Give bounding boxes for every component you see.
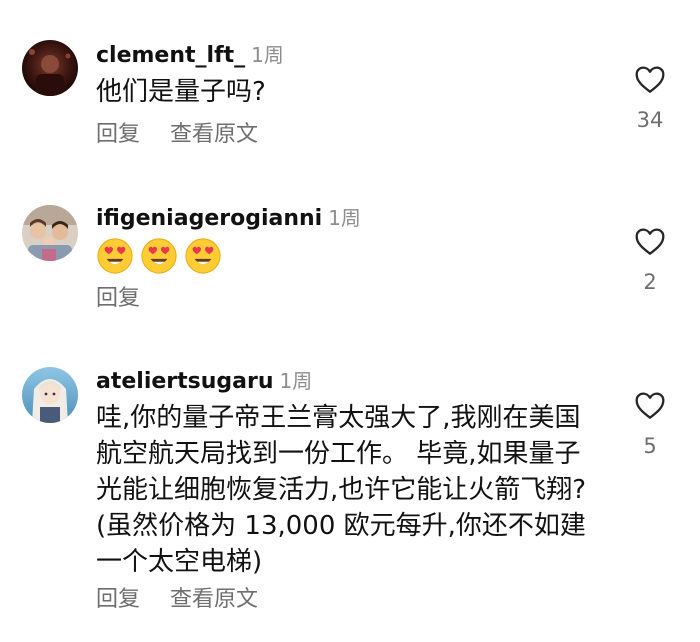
avatar[interactable]	[22, 40, 78, 96]
reply-button[interactable]: 回复	[96, 587, 140, 612]
comment-time: 1周	[279, 369, 313, 393]
heart-eyes-emoji	[185, 238, 221, 274]
heart-icon[interactable]	[634, 390, 666, 420]
like-count: 2	[643, 270, 657, 294]
heart-icon[interactable]	[634, 226, 666, 256]
reply-button[interactable]: 回复	[96, 122, 140, 147]
username[interactable]: ateliertsugaru	[96, 369, 274, 394]
username[interactable]: clement_lft_	[96, 43, 245, 68]
see-original-button[interactable]: 查看原文	[170, 587, 258, 612]
like-count: 5	[643, 434, 657, 458]
like-count: 34	[636, 108, 664, 132]
heart-eyes-emoji	[141, 238, 177, 274]
comment-time: 1周	[328, 206, 361, 230]
heart-icon[interactable]	[634, 64, 666, 94]
heart-eyes-emoji	[97, 238, 133, 274]
avatar[interactable]	[22, 367, 78, 423]
avatar[interactable]	[22, 205, 78, 261]
username[interactable]: ifigeniagerogianni	[96, 206, 322, 231]
comment-text: 哇,你的量子帝王兰膏太强大了,我刚在美国航空航天局找到一份工作。 毕竟,如果量子…	[96, 403, 587, 577]
emoji-row	[96, 237, 222, 277]
see-original-button[interactable]: 查看原文	[170, 122, 258, 147]
comment-text: 他们是量子吗?	[96, 77, 266, 107]
reply-button[interactable]: 回复	[96, 286, 140, 311]
comment-time: 1周	[251, 43, 284, 67]
